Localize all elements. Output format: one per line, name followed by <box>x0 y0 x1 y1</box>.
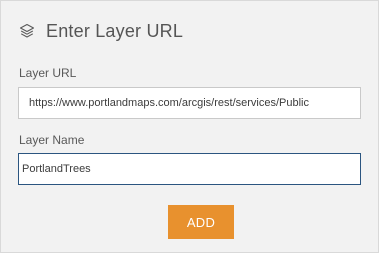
panel-title: Enter Layer URL <box>46 20 184 41</box>
add-button[interactable]: ADD <box>168 205 234 239</box>
layer-url-input[interactable] <box>18 87 361 119</box>
layer-url-label: Layer URL <box>19 66 77 80</box>
panel-header: Enter Layer URL <box>18 17 183 45</box>
enter-layer-url-panel: Enter Layer URL Layer URL Layer Name ADD <box>0 0 379 253</box>
layer-name-label: Layer Name <box>19 133 85 147</box>
layer-name-input[interactable] <box>18 153 361 185</box>
layers-icon <box>18 22 36 40</box>
